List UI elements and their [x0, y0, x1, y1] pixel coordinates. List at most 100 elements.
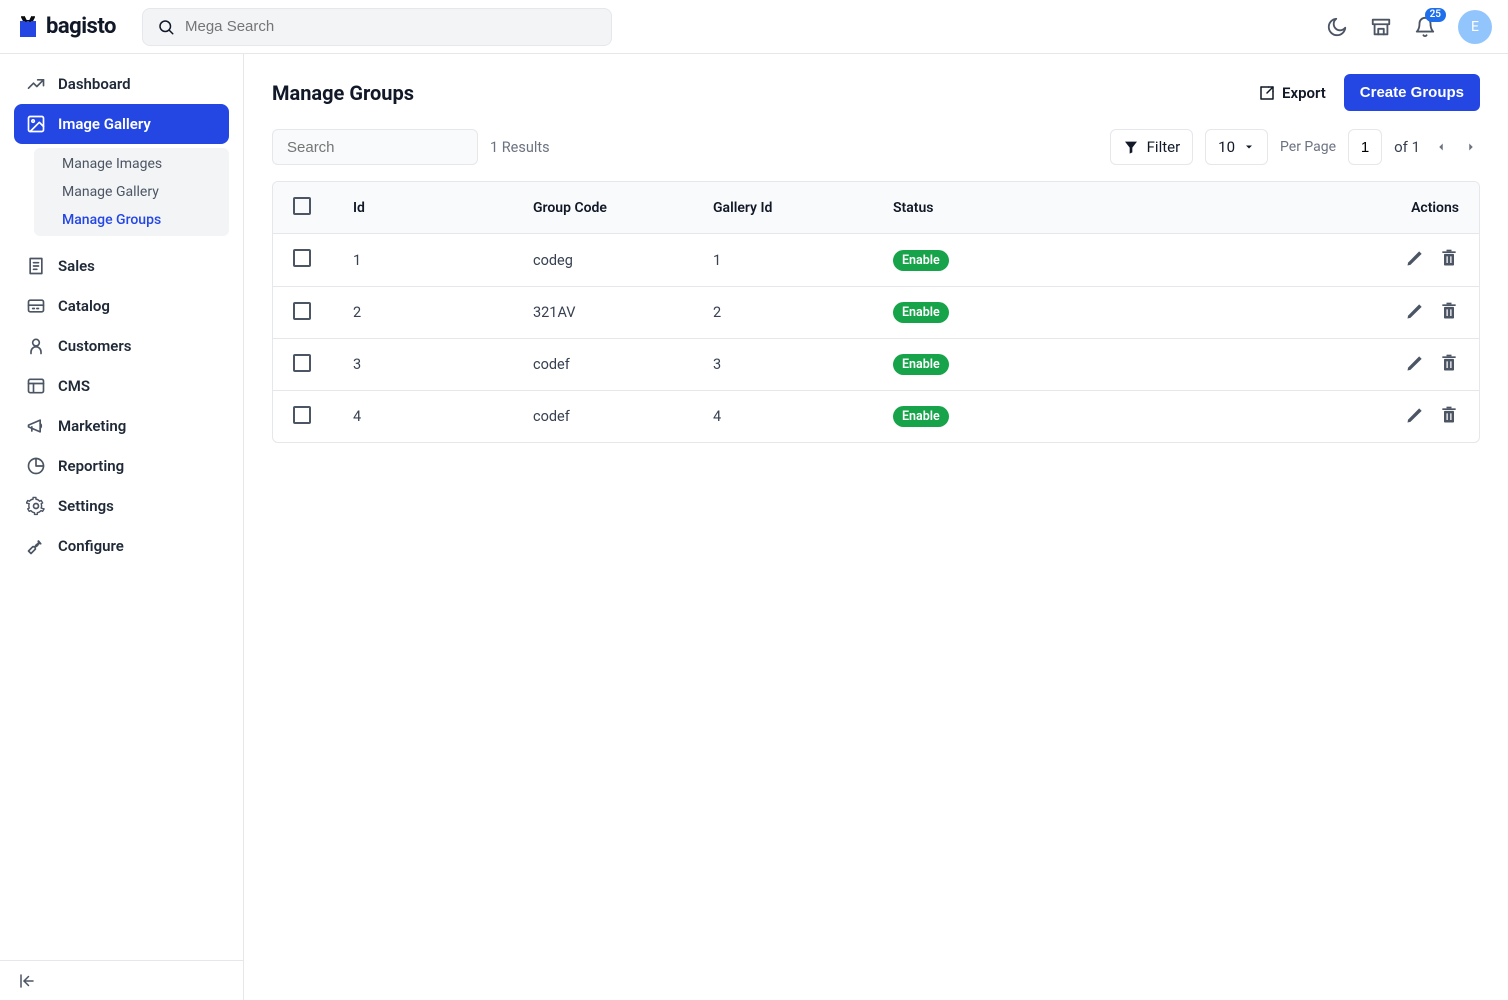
- sidebar-item-configure[interactable]: Configure: [14, 526, 229, 566]
- page-title: Manage Groups: [272, 81, 414, 105]
- sidebar-item-cms[interactable]: CMS: [14, 366, 229, 406]
- sidebar-item-label: Reporting: [58, 457, 124, 475]
- dark-mode-toggle[interactable]: [1326, 16, 1348, 38]
- mega-search[interactable]: [142, 8, 612, 46]
- mega-search-input[interactable]: [183, 17, 597, 36]
- sidebar-item-label: Customers: [58, 337, 131, 355]
- megaphone-icon: [26, 416, 46, 436]
- row-checkbox[interactable]: [293, 406, 311, 424]
- funnel-icon: [1123, 139, 1139, 155]
- subnav-manage-gallery[interactable]: Manage Gallery: [34, 178, 229, 206]
- receipt-icon: [26, 256, 46, 276]
- delete-button[interactable]: [1439, 405, 1459, 429]
- groups-table: Id Group Code Gallery Id Status Actions …: [272, 181, 1480, 443]
- sidebar-item-label: Sales: [58, 257, 95, 275]
- sidebar-item-marketing[interactable]: Marketing: [14, 406, 229, 446]
- sidebar-item-customers[interactable]: Customers: [14, 326, 229, 366]
- sidebar-item-label: CMS: [58, 377, 90, 395]
- sidebar-subnav-image-gallery: Manage Images Manage Gallery Manage Grou…: [34, 148, 229, 236]
- avatar-initial: E: [1471, 19, 1479, 35]
- catalog-icon: [26, 296, 46, 316]
- subnav-manage-images[interactable]: Manage Images: [34, 150, 229, 178]
- sidebar-item-reporting[interactable]: Reporting: [14, 446, 229, 486]
- th-group-code[interactable]: Group Code: [533, 200, 713, 216]
- per-page-label: Per Page: [1280, 139, 1336, 155]
- th-status[interactable]: Status: [893, 200, 1339, 216]
- cell-gallery-id: 1: [713, 252, 893, 269]
- table-search[interactable]: [272, 129, 478, 165]
- row-checkbox[interactable]: [293, 249, 311, 267]
- sidebar-item-image-gallery[interactable]: Image Gallery: [14, 104, 229, 144]
- prev-page[interactable]: [1432, 138, 1450, 156]
- edit-button[interactable]: [1405, 301, 1425, 325]
- sidebar-item-catalog[interactable]: Catalog: [14, 286, 229, 326]
- page-header: Manage Groups Export Create Groups: [272, 74, 1480, 111]
- sidebar-footer: [0, 960, 243, 1000]
- create-groups-button[interactable]: Create Groups: [1344, 74, 1480, 111]
- edit-button[interactable]: [1405, 248, 1425, 272]
- shopping-bag-icon: [16, 15, 40, 39]
- trash-icon: [1439, 353, 1459, 373]
- topbar: bagisto 25 E: [0, 0, 1508, 54]
- th-id[interactable]: Id: [353, 200, 533, 216]
- cell-gallery-id: 3: [713, 356, 893, 373]
- cell-id: 4: [353, 408, 533, 425]
- user-icon: [26, 336, 46, 356]
- image-icon: [26, 114, 46, 134]
- export-label: Export: [1282, 84, 1326, 102]
- sidebar-item-dashboard[interactable]: Dashboard: [14, 64, 229, 104]
- avatar[interactable]: E: [1458, 10, 1492, 44]
- table-row: 3 codef 3 Enable: [273, 338, 1479, 390]
- results-count: 1 Results: [490, 139, 550, 156]
- th-actions: Actions: [1339, 200, 1459, 216]
- next-page[interactable]: [1462, 138, 1480, 156]
- trash-icon: [1439, 301, 1459, 321]
- cell-group-code: codeg: [533, 252, 713, 269]
- delete-button[interactable]: [1439, 301, 1459, 325]
- export-icon: [1258, 84, 1276, 102]
- filter-label: Filter: [1147, 138, 1181, 156]
- status-badge: Enable: [893, 406, 949, 427]
- table-search-input[interactable]: [285, 138, 488, 157]
- of-pages: of 1: [1394, 138, 1420, 156]
- delete-button[interactable]: [1439, 353, 1459, 377]
- page-number-input[interactable]: [1349, 138, 1381, 157]
- sidebar-item-label: Settings: [58, 497, 114, 515]
- trash-icon: [1439, 248, 1459, 268]
- chart-line-icon: [26, 74, 46, 94]
- edit-button[interactable]: [1405, 353, 1425, 377]
- brand-logo[interactable]: bagisto: [16, 14, 126, 39]
- export-button[interactable]: Export: [1258, 84, 1326, 102]
- cell-id: 3: [353, 356, 533, 373]
- pencil-icon: [1405, 353, 1425, 373]
- page-input[interactable]: [1348, 129, 1382, 165]
- notifications[interactable]: 25: [1414, 16, 1436, 38]
- select-all-checkbox[interactable]: [293, 197, 311, 215]
- th-gallery-id[interactable]: Gallery Id: [713, 200, 893, 216]
- main-content: Manage Groups Export Create Groups 1 Res…: [244, 54, 1508, 1000]
- store-link[interactable]: [1370, 16, 1392, 38]
- sidebar-item-sales[interactable]: Sales: [14, 246, 229, 286]
- sidebar-item-settings[interactable]: Settings: [14, 486, 229, 526]
- notifications-badge: 25: [1425, 8, 1446, 22]
- delete-button[interactable]: [1439, 248, 1459, 272]
- row-checkbox[interactable]: [293, 354, 311, 372]
- status-badge: Enable: [893, 354, 949, 375]
- search-icon: [157, 18, 175, 36]
- sidebar-item-label: Marketing: [58, 417, 126, 435]
- row-checkbox[interactable]: [293, 302, 311, 320]
- cell-group-code: 321AV: [533, 304, 713, 321]
- brand-name: bagisto: [46, 14, 116, 39]
- moon-icon: [1326, 16, 1348, 38]
- per-page-select[interactable]: 10: [1205, 129, 1268, 165]
- status-badge: Enable: [893, 302, 949, 323]
- collapse-sidebar-icon[interactable]: [18, 972, 36, 990]
- subnav-manage-groups[interactable]: Manage Groups: [34, 206, 229, 234]
- chevron-right-icon: [1464, 140, 1478, 154]
- sidebar-item-label: Configure: [58, 537, 124, 555]
- cell-id: 2: [353, 304, 533, 321]
- filter-button[interactable]: Filter: [1110, 129, 1194, 165]
- cell-id: 1: [353, 252, 533, 269]
- cell-group-code: codef: [533, 408, 713, 425]
- edit-button[interactable]: [1405, 405, 1425, 429]
